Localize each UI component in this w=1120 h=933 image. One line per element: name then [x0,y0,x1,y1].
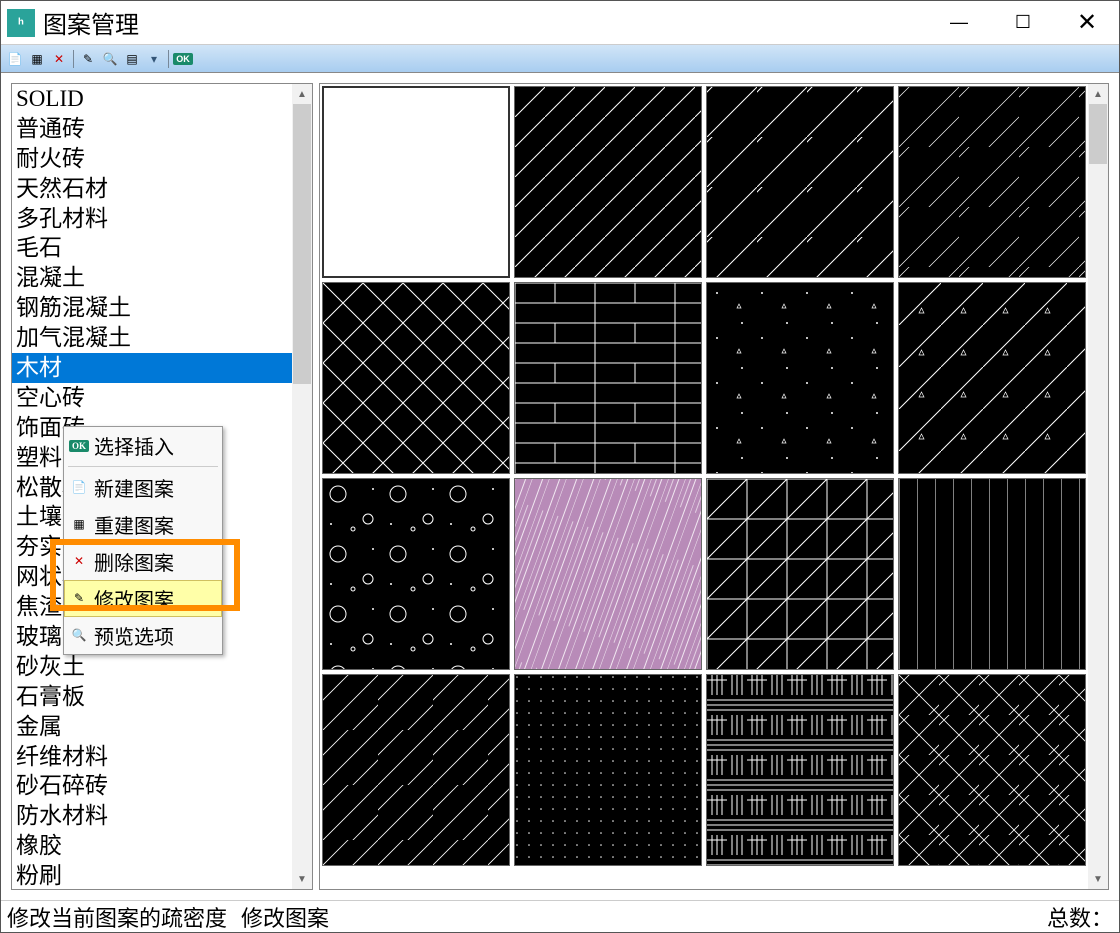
pattern-swatch[interactable] [514,674,702,866]
pattern-swatch[interactable] [514,86,702,278]
list-item[interactable]: 木材 [12,353,292,383]
menu-separator [68,466,218,467]
grid-scrollbar[interactable]: ▲ ▼ [1088,84,1108,889]
list-item[interactable]: 砂灰土 [12,652,292,682]
status-text-1: 修改当前图案的疏密度 [7,901,227,933]
status-count: 总数： [1047,901,1113,933]
pattern-grid-panel: ▲ ▼ [319,83,1109,890]
context-menu-item[interactable]: ▦ 重建图案 [64,506,222,543]
close-button[interactable]: ✕ [1055,1,1119,44]
pattern-swatch[interactable] [514,282,702,474]
pattern-swatch[interactable] [898,478,1086,670]
list-item[interactable]: 防水材料 [12,801,292,831]
list-item[interactable]: SOLID [12,84,292,114]
list-item[interactable]: 金属 [12,712,292,742]
minimize-button[interactable]: — [927,1,991,44]
window-title: 图案管理 [43,5,927,40]
context-menu-label: 修改图案 [94,584,174,613]
context-menu-label: 选择插入 [94,431,174,460]
context-menu-item[interactable]: ✎ 修改图案 [64,580,222,617]
context-menu-label: 新建图案 [94,473,174,502]
list-item[interactable]: 钢筋混凝土 [12,293,292,323]
list-item[interactable]: 空心砖 [12,383,292,413]
scroll-up-icon[interactable]: ▲ [292,84,312,104]
pattern-swatch[interactable] [898,674,1086,866]
context-menu-item[interactable]: OK 选择插入 [64,427,222,464]
list-item[interactable]: 混凝土 [12,263,292,293]
toolbar-ok-icon[interactable]: OK [173,49,193,69]
pattern-swatch[interactable] [322,282,510,474]
list-item[interactable]: 砂石碎砖 [12,771,292,801]
toolbar-rebuild-icon[interactable]: ▦ [27,49,47,69]
status-text-2: 修改图案 [241,901,329,933]
list-item[interactable]: 毛石 [12,233,292,263]
edit-icon: ✎ [70,590,88,608]
pattern-swatch[interactable] [706,282,894,474]
list-scrollbar[interactable]: ▲ ▼ [292,84,312,889]
toolbar-delete-icon[interactable]: ✕ [49,49,69,69]
statusbar: 修改当前图案的疏密度 修改图案 总数： [1,900,1119,932]
context-menu: OK 选择插入 📄 新建图案 ▦ 重建图案 ✕ 删除图案 ✎ 修改图案 🔍 预览选项 [63,426,223,655]
pattern-swatch[interactable] [322,478,510,670]
toolbar-new-icon[interactable]: 📄 [5,49,25,69]
pattern-swatch[interactable] [706,478,894,670]
scroll-thumb[interactable] [293,104,311,384]
toolbar: 📄 ▦ ✕ ✎ 🔍 ▤ ▾ OK [1,45,1119,73]
ok-icon: OK [70,437,88,455]
pattern-swatch[interactable] [514,478,702,670]
context-menu-item[interactable]: ✕ 删除图案 [64,543,222,580]
preview-icon: 🔍 [70,627,88,645]
pattern-swatch[interactable] [706,674,894,866]
list-item[interactable]: 耐火砖 [12,144,292,174]
list-item[interactable]: 纤维材料 [12,742,292,772]
window-controls: — ☐ ✕ [927,1,1119,44]
list-item[interactable]: 粉刷 [12,861,292,889]
list-item[interactable]: 天然石材 [12,174,292,204]
context-menu-label: 删除图案 [94,547,174,576]
delete-icon: ✕ [70,553,88,571]
pattern-swatch[interactable] [898,282,1086,474]
scroll-down-icon[interactable]: ▼ [1088,869,1108,889]
maximize-button[interactable]: ☐ [991,1,1055,44]
new-icon: 📄 [70,479,88,497]
pattern-grid [320,84,1088,889]
list-item[interactable]: 石膏板 [12,682,292,712]
toolbar-preview-icon[interactable]: 🔍 [100,49,120,69]
app-icon: ʰ [7,9,35,37]
pattern-swatch[interactable] [898,86,1086,278]
list-item[interactable]: 加气混凝土 [12,323,292,353]
toolbar-separator-2 [168,50,169,68]
toolbar-dropdown[interactable]: ▾ [144,49,164,69]
context-menu-item[interactable]: 📄 新建图案 [64,469,222,506]
pattern-swatch[interactable] [706,86,894,278]
titlebar: ʰ 图案管理 — ☐ ✕ [1,1,1119,45]
list-item[interactable]: 橡胶 [12,831,292,861]
toolbar-separator-1 [73,50,74,68]
pattern-swatch[interactable] [322,674,510,866]
scroll-down-icon[interactable]: ▼ [292,869,312,889]
rebuild-icon: ▦ [70,516,88,534]
toolbar-edit-icon[interactable]: ✎ [78,49,98,69]
list-item[interactable]: 普通砖 [12,114,292,144]
toolbar-batch-icon[interactable]: ▤ [122,49,142,69]
scroll-thumb[interactable] [1089,104,1107,164]
context-menu-label: 预览选项 [94,621,174,650]
scroll-up-icon[interactable]: ▲ [1088,84,1108,104]
context-menu-item[interactable]: 🔍 预览选项 [64,617,222,654]
context-menu-label: 重建图案 [94,510,174,539]
pattern-swatch[interactable] [322,86,510,278]
list-item[interactable]: 多孔材料 [12,204,292,234]
